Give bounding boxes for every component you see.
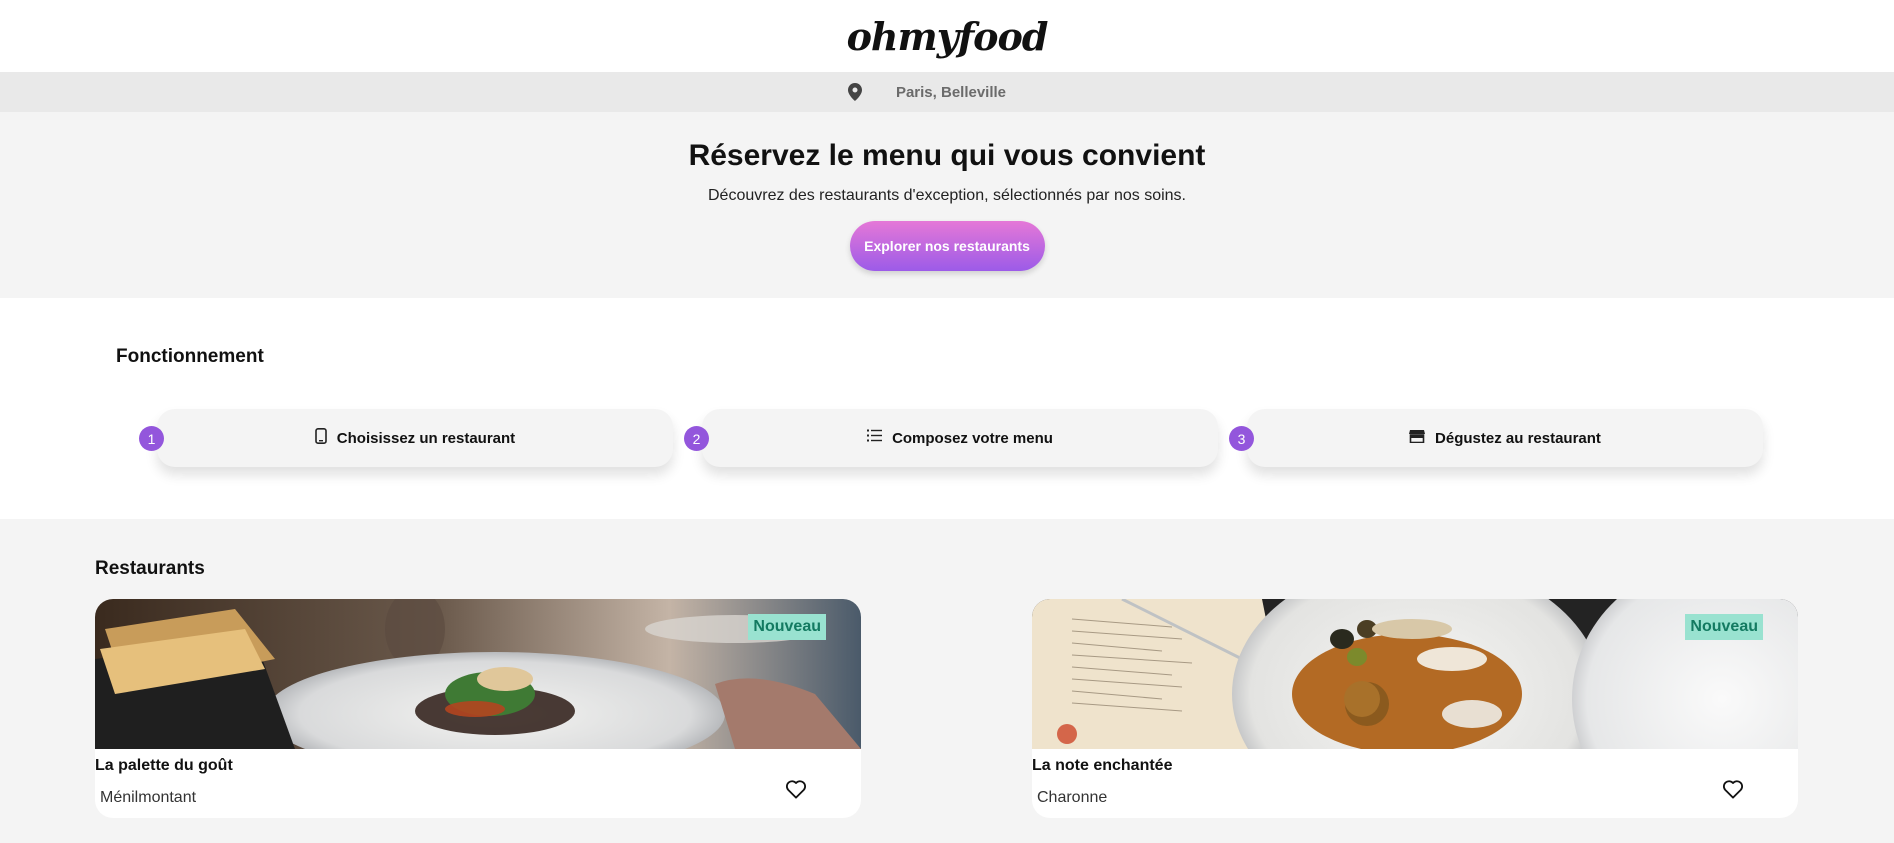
step-number-badge: 3 [1229,426,1254,451]
hero-subtitle: Découvrez des restaurants d'exception, s… [708,187,1186,204]
step-label: Dégustez au restaurant [1435,429,1601,447]
restaurants-section: Restaurants Nouveau La palette du goût M… [0,519,1894,843]
site-header: ohmyfood [0,0,1894,72]
step-card-compose[interactable]: Composez votre menu [702,409,1218,467]
restaurant-area: Ménilmontant [100,789,197,806]
store-icon [1409,429,1426,448]
smartphone-icon [314,427,327,449]
step-number-badge: 2 [684,426,709,451]
location-bar[interactable]: Paris, Belleville [0,72,1894,112]
step-card-taste[interactable]: Dégustez au restaurant [1247,409,1763,467]
explore-restaurants-button[interactable]: Explorer nos restaurants [849,221,1045,271]
heart-icon[interactable] [1722,779,1744,804]
restaurant-area: Charonne [1037,789,1108,806]
section-title: Restaurants [95,558,205,579]
how-it-works-section: Fonctionnement 1 Choisissez un restauran… [0,298,1894,519]
logo[interactable]: ohmyfood [847,14,1049,59]
new-badge: Nouveau [1685,614,1763,640]
restaurant-card[interactable]: Nouveau La palette du goût Ménilmontant [95,599,861,818]
step-label: Composez votre menu [892,429,1053,447]
list-icon [867,429,883,447]
section-title: Fonctionnement [116,346,264,367]
location-text: Paris, Belleville [895,83,1007,101]
heart-icon[interactable] [785,779,807,804]
restaurant-name[interactable]: La palette du goût [95,757,233,775]
map-pin-icon [847,83,862,101]
page-title: Réservez le menu qui vous convient [688,139,1206,172]
hero-section: Réservez le menu qui vous convient Décou… [0,112,1894,298]
restaurant-image[interactable]: Nouveau [1032,599,1798,749]
step-card-choose[interactable]: Choisissez un restaurant [157,409,673,467]
restaurant-image[interactable]: Nouveau [95,599,861,749]
restaurant-card[interactable]: Nouveau La note enchantée Charonne [1032,599,1798,818]
new-badge: Nouveau [748,614,826,640]
step-number-badge: 1 [139,426,164,451]
restaurant-name[interactable]: La note enchantée [1032,757,1172,775]
step-label: Choisissez un restaurant [336,429,516,447]
